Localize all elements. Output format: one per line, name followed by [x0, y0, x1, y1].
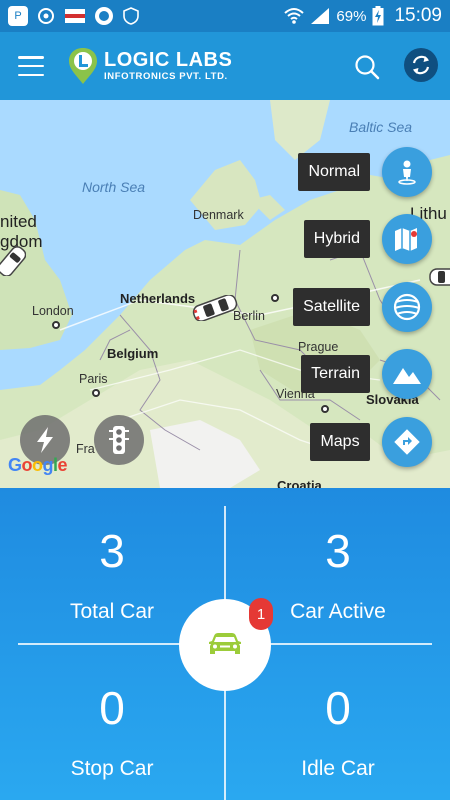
map-type-terrain[interactable]: Terrain: [301, 349, 432, 399]
car-marker[interactable]: [0, 246, 26, 276]
label-baltic-sea: Baltic Sea: [349, 119, 413, 135]
stop-car-count: 0: [99, 682, 125, 734]
mountains-icon[interactable]: [382, 349, 432, 399]
status-bar: P 69% 15:09: [0, 0, 450, 32]
notification-icon: P: [8, 6, 28, 26]
flag-notification-icon: [65, 9, 85, 23]
label-denmark: Denmark: [193, 208, 244, 222]
label-london: London: [32, 304, 74, 318]
label-north-sea: North Sea: [82, 179, 146, 195]
map-type-maps[interactable]: Maps: [310, 417, 432, 467]
globe-icon[interactable]: [382, 282, 432, 332]
map-view[interactable]: Baltic Sea North Sea nited gdom Denmark …: [0, 100, 450, 488]
google-logo: Google: [8, 455, 68, 475]
battery-charging-icon: [372, 6, 384, 26]
idle-car-count: 0: [325, 682, 351, 734]
folded-map-icon[interactable]: [382, 214, 432, 264]
label-united: nited: [0, 212, 37, 231]
total-car-count: 3: [99, 525, 125, 577]
wifi-icon: [284, 8, 305, 24]
notification-badge: 1: [249, 598, 273, 630]
car-icon: [209, 633, 241, 654]
map-type-normal[interactable]: Normal: [298, 147, 432, 197]
person-pin-icon[interactable]: [382, 147, 432, 197]
logo-title: LOGIC LABS: [104, 49, 233, 72]
stat-stop-car[interactable]: 0 Stop Car: [0, 685, 224, 781]
search-icon[interactable]: [354, 54, 380, 80]
signal-icon: [311, 8, 330, 24]
traffic-button[interactable]: [94, 415, 144, 465]
app-logo: LOGIC LABS INFOTRONICS PVT. LTD.: [68, 47, 232, 85]
idle-car-label: Idle Car: [301, 757, 375, 780]
sync-notification-icon: [38, 8, 54, 24]
stat-total-car[interactable]: 3 Total Car: [0, 528, 224, 624]
logo-pin-icon: [69, 48, 97, 84]
map-type-label[interactable]: Hybrid: [303, 220, 370, 258]
traffic-light-icon: [109, 426, 129, 454]
clock: 15:09: [394, 5, 442, 26]
car-marker[interactable]: [190, 295, 240, 321]
stat-idle-car[interactable]: 0 Idle Car: [226, 685, 450, 781]
city-marker-vienna: [321, 405, 329, 413]
map-type-hybrid[interactable]: Hybrid: [303, 214, 432, 264]
refresh-icon: [412, 55, 430, 75]
city-marker-paris: [92, 389, 100, 397]
label-netherlands: Netherlands: [120, 291, 196, 306]
logo-subtitle: INFOTRONICS PVT. LTD.: [104, 71, 228, 83]
map-type-satellite[interactable]: Satellite: [293, 282, 432, 332]
city-marker-berlin: [271, 294, 279, 302]
map-type-label[interactable]: Terrain: [301, 355, 370, 393]
map-type-label[interactable]: Satellite: [293, 288, 370, 326]
label-paris: Paris: [79, 372, 108, 386]
map-type-label[interactable]: Normal: [298, 153, 370, 191]
hamburger-menu-icon[interactable]: [18, 56, 44, 76]
map-type-label[interactable]: Maps: [310, 423, 370, 461]
stop-car-label: Stop Car: [70, 757, 154, 780]
label-belgium: Belgium: [107, 346, 159, 361]
refresh-button[interactable]: [404, 48, 438, 82]
label-croatia: Croatia: [277, 478, 322, 488]
app-root: P 69% 15:09 LOGIC LABS INFOTRONICS PVT.: [0, 0, 450, 800]
app-bar: LOGIC LABS INFOTRONICS PVT. LTD.: [0, 32, 450, 100]
vehicle-dashboard: 3 Total Car 3 Car Active 0 Stop Car 0 Id…: [0, 488, 450, 800]
city-marker-london: [52, 321, 60, 329]
flash-icon: [37, 427, 53, 453]
directions-icon[interactable]: [382, 417, 432, 467]
label-france: Fra: [76, 442, 95, 456]
shield-notification-icon: [123, 7, 139, 25]
battery-percent: 69%: [336, 7, 367, 25]
app-notification-icon: [95, 7, 113, 25]
car-active-count: 3: [325, 525, 351, 577]
